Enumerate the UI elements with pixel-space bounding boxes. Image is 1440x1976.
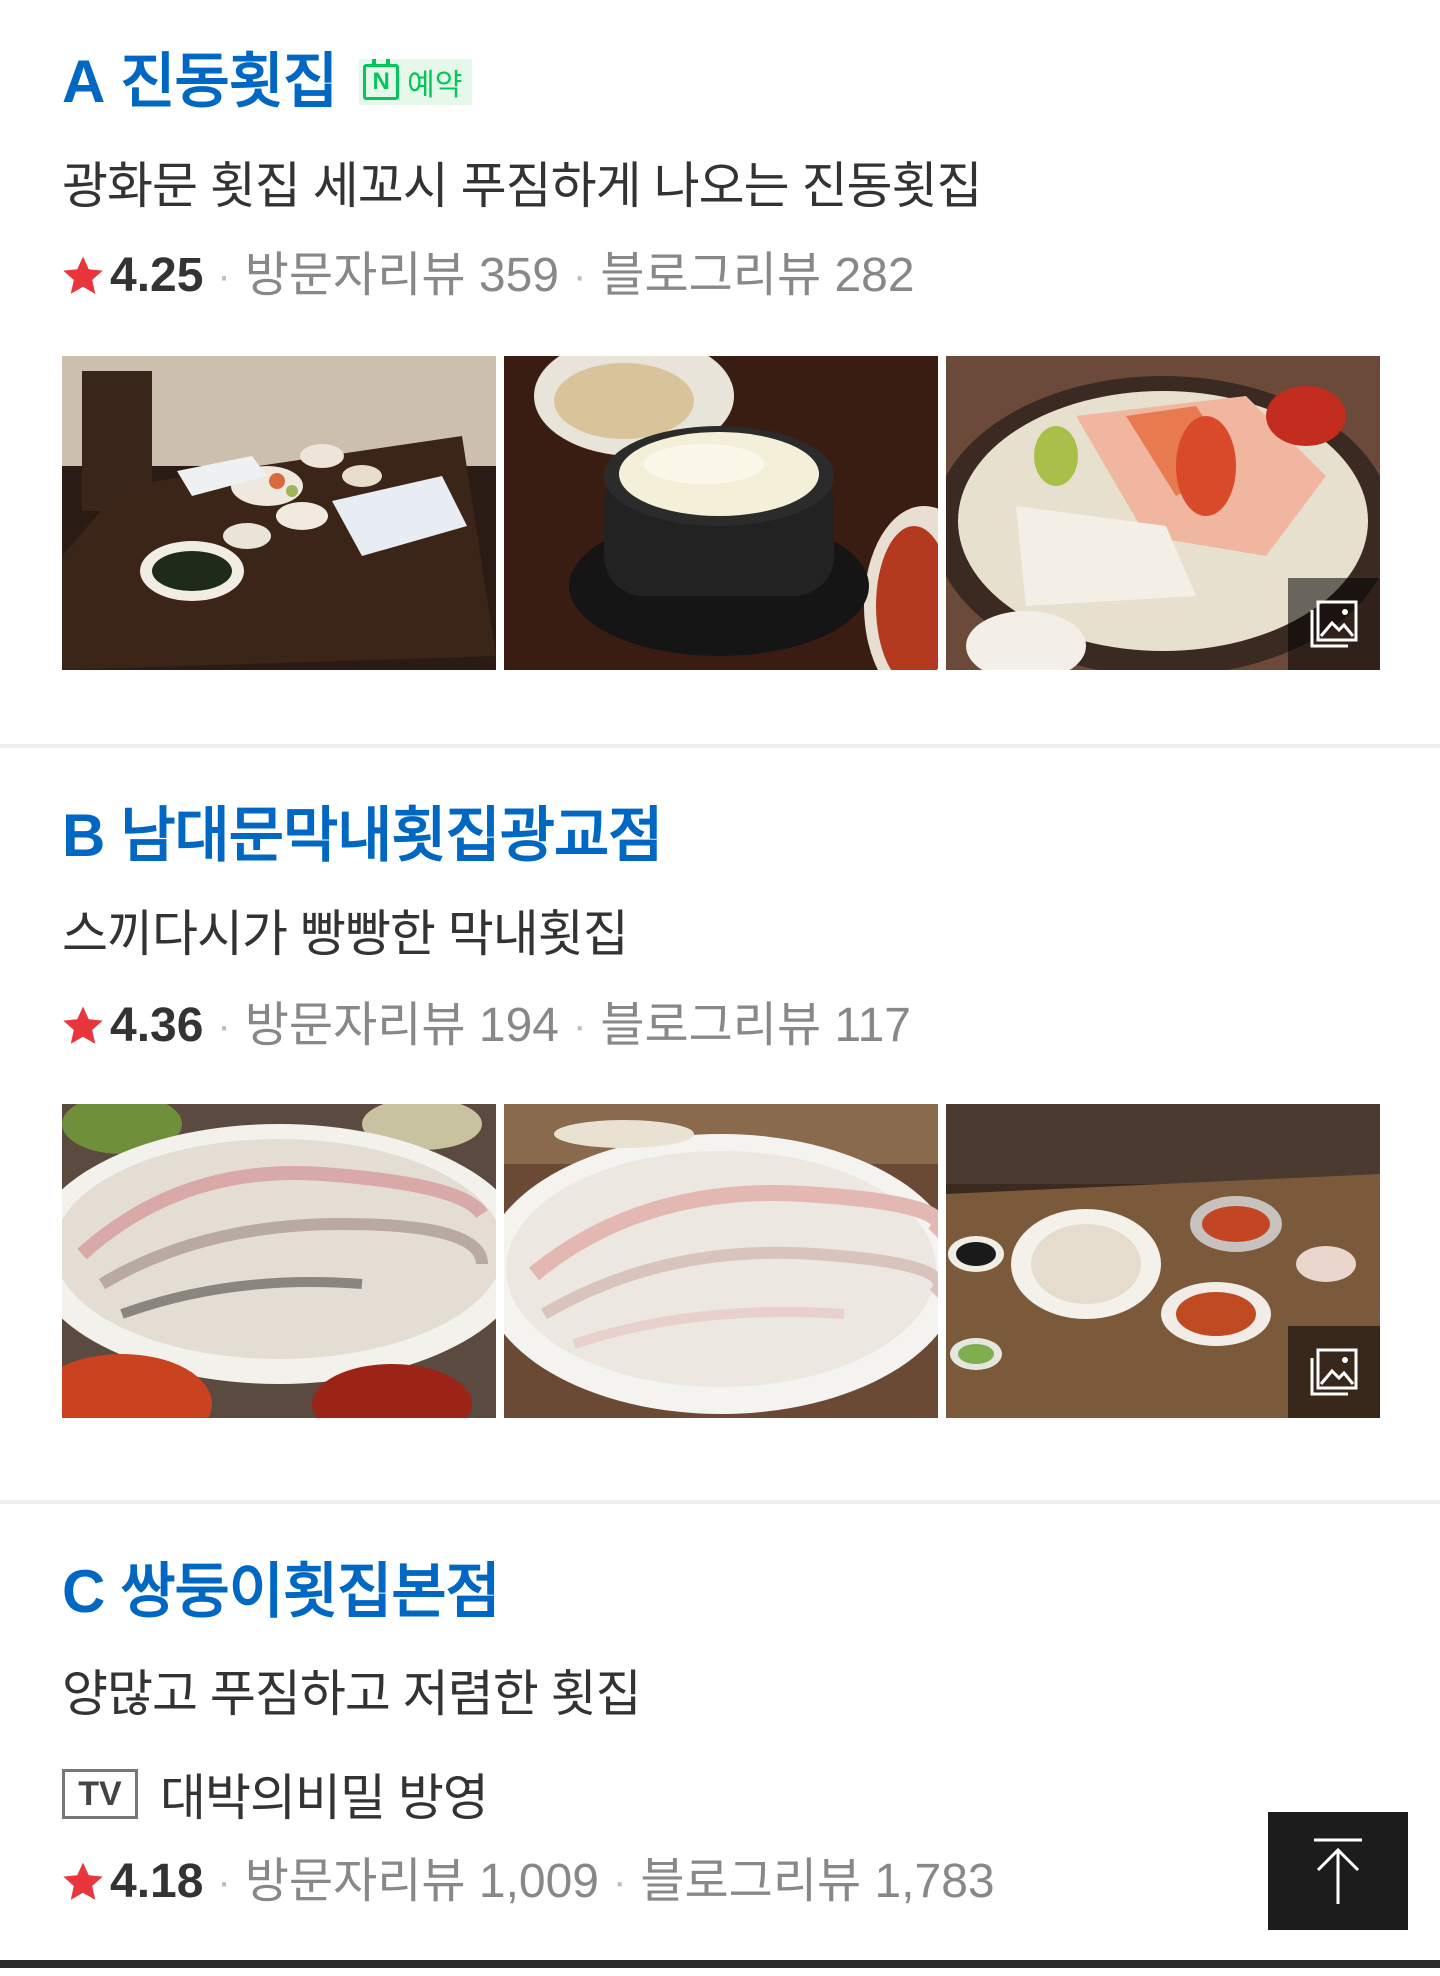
- photo-strip: [62, 356, 1380, 670]
- next-photo-strip-edge: [0, 1960, 1440, 1968]
- rating-row: 4.25 · 방문자리뷰 359 · 블로그리뷰 282: [60, 246, 915, 306]
- booking-label: 예약: [407, 69, 463, 102]
- place-name: 쌍둥이횟집본점: [120, 1558, 500, 1625]
- place-item: C 쌍둥이횟집본점 양많고 푸짐하고 저렴한 횟집 TV 대박의비밀 방영 4.1…: [0, 1504, 1440, 1976]
- naver-calendar-icon: N: [363, 59, 400, 100]
- rating-row: 4.18 · 방문자리뷰 1,009 · 블로그리뷰 1,783: [60, 1852, 995, 1912]
- photo-raw-fish-closeup[interactable]: [504, 1104, 938, 1418]
- rating-row: 4.36 · 방문자리뷰 194 · 블로그리뷰 117: [60, 996, 911, 1056]
- star-icon: [63, 1862, 103, 1900]
- map-marker-label: A: [62, 48, 105, 115]
- more-photos-button[interactable]: [1288, 578, 1380, 670]
- photo-strip: [62, 1104, 1380, 1418]
- separator-dot: ·: [572, 254, 587, 298]
- place-title-row: C 쌍둥이횟집본점: [62, 1556, 501, 1628]
- raw-fish-closeup-image: [504, 1104, 938, 1418]
- photo-table-spread[interactable]: [946, 1104, 1380, 1418]
- blog-review-count[interactable]: 블로그리뷰 117: [600, 996, 911, 1056]
- raw-fish-platter-image: [62, 1104, 496, 1418]
- tv-broadcast-row: TV 대박의비밀 방영: [62, 1758, 489, 1830]
- star-icon: [63, 1006, 103, 1044]
- place-name-link[interactable]: C 쌍둥이횟집본점: [62, 1556, 501, 1628]
- map-marker-label: C: [62, 1558, 105, 1625]
- separator-dot: ·: [572, 1004, 587, 1048]
- visitor-review-count[interactable]: 방문자리뷰 194: [245, 996, 559, 1056]
- place-name-link[interactable]: B 남대문막내횟집광교점: [62, 800, 663, 872]
- visitor-review-count[interactable]: 방문자리뷰 359: [245, 246, 559, 306]
- table-setting-image: [62, 356, 496, 670]
- rating-value: 4.36: [110, 999, 204, 1052]
- map-marker-label: B: [62, 802, 105, 869]
- image-gallery-icon: [1310, 1348, 1358, 1396]
- photo-steamed-egg[interactable]: [504, 356, 938, 670]
- steamed-egg-image: [504, 356, 938, 670]
- place-item: B 남대문막내횟집광교점 스끼다시가 빵빵한 막내횟집 4.36 · 방문자리뷰 …: [0, 748, 1440, 1500]
- tv-badge: TV: [62, 1769, 138, 1819]
- rating-value: 4.18: [110, 1855, 204, 1908]
- blog-review-count[interactable]: 블로그리뷰 1,783: [640, 1852, 994, 1912]
- separator-dot: ·: [217, 254, 231, 298]
- booking-badge[interactable]: N 예약: [359, 59, 473, 105]
- more-photos-button[interactable]: [1288, 1326, 1380, 1418]
- place-name: 남대문막내횟집광교점: [120, 802, 663, 869]
- place-title-row: B 남대문막내횟집광교점: [62, 800, 663, 872]
- place-item: A 진동횟집 N 예약 광화문 횟집 세꼬시 푸짐하게 나오는 진동횟집 4.25…: [0, 0, 1440, 744]
- photo-table-setting[interactable]: [62, 356, 496, 670]
- place-description: 광화문 횟집 세꼬시 푸짐하게 나오는 진동횟집: [62, 158, 982, 214]
- place-name: 진동횟집: [120, 48, 338, 115]
- tv-broadcast-text: 대박의비밀 방영: [160, 1770, 489, 1826]
- photo-raw-fish-platter[interactable]: [62, 1104, 496, 1418]
- place-description: 양많고 푸짐하고 저렴한 횟집: [62, 1666, 642, 1722]
- photo-sashimi-shrimp[interactable]: [946, 356, 1380, 670]
- arrow-up-to-top-icon: [1314, 1838, 1362, 1904]
- image-gallery-icon: [1310, 600, 1358, 648]
- place-title-row: A 진동횟집 N 예약: [62, 46, 473, 118]
- blog-review-count[interactable]: 블로그리뷰 282: [600, 246, 914, 306]
- visitor-review-count[interactable]: 방문자리뷰 1,009: [245, 1852, 599, 1912]
- place-name-link[interactable]: A 진동횟집: [62, 46, 338, 118]
- star-icon: [63, 256, 103, 294]
- separator-dot: ·: [613, 1860, 627, 1904]
- scroll-to-top-button[interactable]: [1268, 1812, 1408, 1930]
- separator-dot: ·: [217, 1860, 231, 1904]
- separator-dot: ·: [217, 1004, 231, 1048]
- place-description: 스끼다시가 빵빵한 막내횟집: [62, 906, 629, 962]
- rating-value: 4.25: [110, 249, 204, 302]
